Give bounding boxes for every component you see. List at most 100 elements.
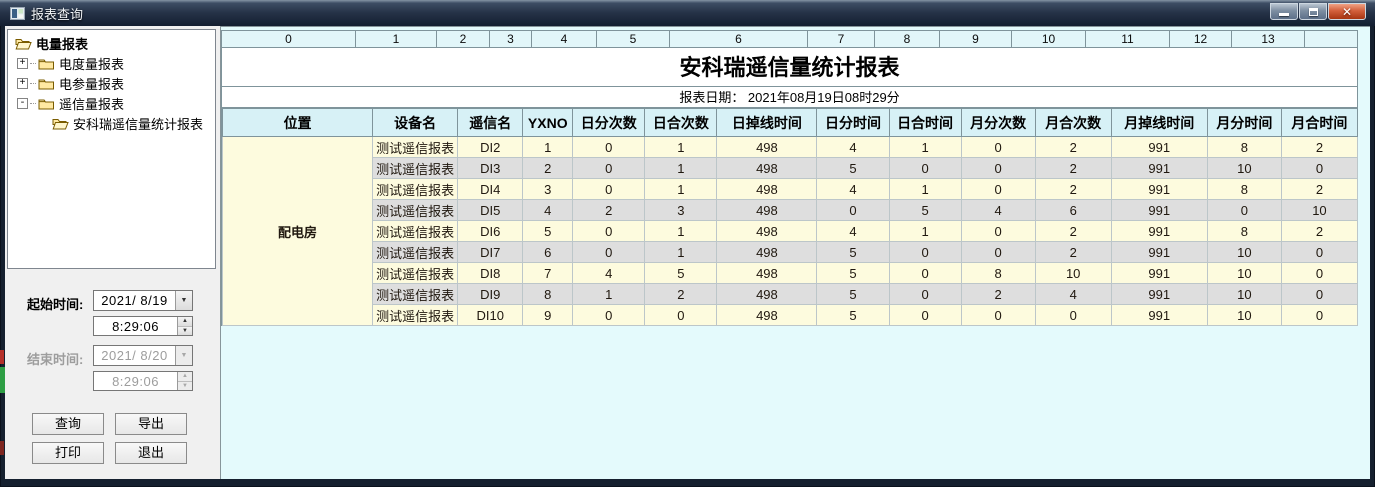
report-cell: 5: [817, 305, 889, 326]
report-cell: 0: [1207, 200, 1281, 221]
report-title: 安科瑞遥信量统计报表: [222, 48, 1358, 87]
report-cell: 0: [573, 221, 645, 242]
grid-column-header-9[interactable]: 9: [940, 31, 1012, 48]
start-date-picker[interactable]: 2021/ 8/19 ▼: [93, 290, 193, 311]
report-cell: 991: [1111, 221, 1207, 242]
report-row: 测试遥信报表DI6501498410299182: [223, 221, 1358, 242]
report-column-header: 日合次数: [645, 109, 717, 137]
grid-column-header-3[interactable]: 3: [490, 31, 532, 48]
report-column-header: 日分次数: [573, 109, 645, 137]
grid-column-header-0[interactable]: 0: [222, 31, 356, 48]
report-cell: 6: [523, 242, 573, 263]
report-cell: DI6: [458, 221, 523, 242]
grid-column-header-6[interactable]: 6: [670, 31, 808, 48]
print-button[interactable]: 打印: [32, 442, 104, 464]
report-cell: 498: [717, 137, 817, 158]
report-cell: 8: [1207, 221, 1281, 242]
dropdown-button[interactable]: ▼: [175, 291, 192, 310]
report-cell: 0: [1281, 263, 1357, 284]
report-cell: 5: [817, 263, 889, 284]
report-row: 测试遥信报表DI4301498410299182: [223, 179, 1358, 200]
expand-plus-icon[interactable]: +: [17, 78, 28, 89]
report-cell: 2: [1281, 137, 1357, 158]
window-title: 报表查询: [31, 4, 83, 23]
tree-item-ankerui-stat-report[interactable]: 安科瑞遥信量统计报表: [8, 113, 215, 133]
export-button[interactable]: 导出: [115, 413, 187, 435]
report-row: 测试遥信报表DI874549850810991100: [223, 263, 1358, 284]
report-column-header: 月分次数: [961, 109, 1035, 137]
location-cell: 配电房: [223, 137, 373, 326]
report-cell: 2: [1035, 221, 1111, 242]
report-cell: 0: [889, 284, 961, 305]
report-cell: 4: [1035, 284, 1111, 305]
report-cell: 1: [645, 221, 717, 242]
report-cell: 4: [817, 179, 889, 200]
query-button[interactable]: 查询: [32, 413, 104, 435]
report-cell: 1: [523, 137, 573, 158]
report-cell: DI10: [458, 305, 523, 326]
grid-column-header-13[interactable]: 13: [1232, 31, 1305, 48]
report-cell: 4: [523, 200, 573, 221]
report-cell: 4: [817, 137, 889, 158]
folder-open-icon: [15, 37, 32, 50]
tree-item-yaoxinliang[interactable]: - 遥信量报表: [8, 93, 215, 113]
report-row: 测试遥信报表DI109004985000991100: [223, 305, 1358, 326]
end-time-label: 结束时间:: [27, 349, 83, 368]
report-cell: 测试遥信报表: [373, 158, 458, 179]
grid-column-header-5[interactable]: 5: [597, 31, 670, 48]
report-cell: 991: [1111, 137, 1207, 158]
report-cell: 0: [1281, 305, 1357, 326]
report-cell: 测试遥信报表: [373, 200, 458, 221]
start-time-value: 8:29:06: [94, 317, 177, 335]
grid-column-header-1[interactable]: 1: [356, 31, 437, 48]
screen-artifact: [0, 441, 4, 455]
spin-up-icon[interactable]: ▲: [178, 317, 192, 327]
grid-column-header-10[interactable]: 10: [1012, 31, 1086, 48]
grid-column-header-7[interactable]: 7: [808, 31, 875, 48]
spin-up-icon: ▲: [178, 372, 192, 382]
grid-column-header-8[interactable]: 8: [875, 31, 940, 48]
folder-closed-icon: [38, 97, 55, 110]
start-time-spinner[interactable]: 8:29:06 ▲▼: [93, 316, 193, 336]
report-cell: 0: [961, 137, 1035, 158]
grid-column-header-11[interactable]: 11: [1086, 31, 1170, 48]
spin-down-icon[interactable]: ▼: [178, 327, 192, 336]
report-sheet: 012345678910111213 安科瑞遥信量统计报表 报表日期： 2021…: [221, 30, 1358, 326]
minimize-icon: [1279, 13, 1289, 16]
grid-column-header-12[interactable]: 12: [1170, 31, 1232, 48]
folder-closed-icon: [38, 77, 55, 90]
report-cell: DI4: [458, 179, 523, 200]
report-row: 测试遥信报表DI98124985024991100: [223, 284, 1358, 305]
report-cell: 测试遥信报表: [373, 221, 458, 242]
report-cell: 测试遥信报表: [373, 284, 458, 305]
report-cell: 4: [961, 200, 1035, 221]
expand-minus-icon[interactable]: -: [17, 98, 28, 109]
close-button[interactable]: ✕: [1328, 3, 1366, 20]
report-cell: 498: [717, 263, 817, 284]
exit-button[interactable]: 退出: [115, 442, 187, 464]
minimize-button[interactable]: [1270, 3, 1298, 20]
report-table: 位置设备名遥信名YXNO日分次数日合次数日掉线时间日分时间日合时间月分次数月合次…: [222, 108, 1358, 326]
grid-column-header-2[interactable]: 2: [437, 31, 490, 48]
expand-plus-icon[interactable]: +: [17, 58, 28, 69]
tree-item-dianliang-root[interactable]: 电量报表: [8, 33, 215, 53]
tree-item-diancanliang[interactable]: + 电参量报表: [8, 73, 215, 93]
report-cell: 3: [645, 200, 717, 221]
report-cell: 991: [1111, 179, 1207, 200]
report-cell: 测试遥信报表: [373, 305, 458, 326]
report-cell: 4: [817, 221, 889, 242]
report-column-header: 位置: [223, 109, 373, 137]
grid-column-header-4[interactable]: 4: [532, 31, 597, 48]
report-cell: 8: [1207, 137, 1281, 158]
report-cell: 2: [1035, 137, 1111, 158]
tree-item-dianduliang[interactable]: + 电度量报表: [8, 53, 215, 73]
report-cell: 10: [1207, 242, 1281, 263]
title-bar[interactable]: 报表查询 ✕: [0, 0, 1375, 26]
report-cell: 498: [717, 158, 817, 179]
report-column-header: YXNO: [523, 109, 573, 137]
report-column-header: 月分时间: [1207, 109, 1281, 137]
report-cell: 1: [889, 221, 961, 242]
maximize-button[interactable]: [1299, 3, 1327, 20]
report-row: 测试遥信报表DI54234980546991010: [223, 200, 1358, 221]
folder-closed-icon: [38, 57, 55, 70]
